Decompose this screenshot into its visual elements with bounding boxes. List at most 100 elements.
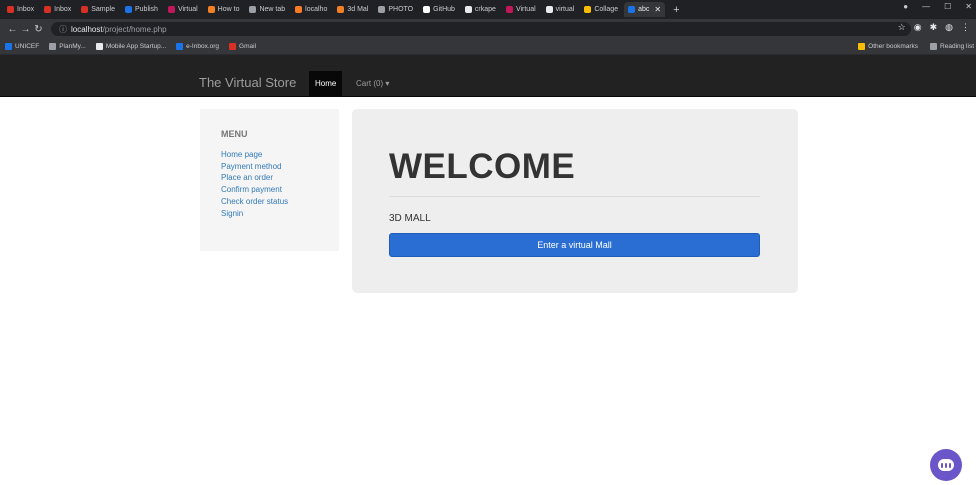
browser-tab[interactable]: crkape (461, 2, 500, 17)
chat-icon-bar (945, 462, 947, 468)
menu-link-confirm-payment[interactable]: Confirm payment (221, 184, 319, 196)
browser-tab[interactable]: Inbox (3, 2, 38, 17)
bookmark-label: e-Inbox.org (186, 43, 220, 50)
browser-tab[interactable]: Collage (580, 2, 622, 17)
bookmark-label: UNICEF (15, 43, 40, 50)
welcome-jumbotron: WELCOME 3D MALL Enter a virtual Mall (352, 109, 798, 293)
bookmark-label: PlanMy... (59, 43, 86, 50)
bookmarks-right: Other bookmarks Reading list (858, 43, 974, 50)
browser-tab[interactable]: Inbox (40, 2, 75, 17)
browser-tab-label: Publish (134, 6, 158, 13)
bookmark-label: Gmail (239, 43, 257, 50)
back-icon[interactable]: ← (6, 24, 19, 35)
browser-tab[interactable]: GitHub (419, 2, 459, 17)
browser-tab-label: Inbox (17, 6, 35, 13)
stack-icon (207, 6, 215, 13)
folder-icon (584, 6, 592, 13)
chat-icon-bar (941, 462, 943, 468)
browser-tab-label: GitHub (433, 6, 455, 13)
bookmark-favicon-icon (5, 43, 12, 50)
nav-cart-dropdown[interactable]: Cart (0) ▾ (356, 71, 389, 97)
browser-tab[interactable]: localho (291, 2, 331, 17)
extension-icon[interactable]: ◉ (914, 22, 922, 33)
minimize-icon[interactable]: — (922, 2, 930, 11)
browser-tab-label: Inbox (54, 6, 72, 13)
browser-tab-label: PHOTO (388, 6, 414, 13)
site-info-icon[interactable]: ⓘ (59, 24, 67, 35)
tab-list: Inbox Inbox Sample Publish Virtual How to New … (3, 2, 666, 17)
more-menu-icon[interactable]: ⋮ (961, 22, 970, 33)
browser-tab-label: Virtual (177, 6, 198, 13)
gmail-icon (7, 6, 14, 13)
site-navbar: The Virtual Store Home Cart (0) ▾ (0, 55, 976, 97)
bookmark-item[interactable]: Mobile App Startup... (95, 43, 167, 50)
forward-icon[interactable]: → (19, 24, 32, 35)
chat-icon-bar (949, 462, 951, 468)
browser-tab[interactable]: Sample (77, 2, 119, 17)
xampp-icon (295, 6, 303, 13)
bookmark-favicon-icon (176, 43, 184, 50)
divider (389, 196, 760, 197)
browser-tab[interactable]: virtual (542, 2, 579, 17)
browser-tab-label: Sample (91, 6, 115, 13)
bookmark-favicon-icon (858, 43, 866, 50)
bookmark-label: Reading list (940, 43, 974, 50)
menu-link-check-order-status[interactable]: Check order status (221, 196, 319, 208)
browser-tab[interactable]: abc ✕ (624, 2, 666, 17)
site-icon (628, 6, 636, 13)
bookmark-item[interactable]: PlanMy... (49, 43, 86, 50)
profile-icon[interactable]: ● (903, 2, 908, 11)
browser-tab-label: crkape (474, 6, 496, 13)
enter-virtual-mall-button[interactable]: Enter a virtual Mall (389, 233, 760, 257)
browser-tab[interactable]: New tab (245, 2, 289, 17)
url-host: localhost (71, 24, 103, 34)
close-window-icon[interactable]: ✕ (965, 2, 972, 11)
browser-tab[interactable]: How to (204, 2, 244, 17)
browser-tab[interactable]: 3d Mal (333, 2, 372, 17)
browser-tab[interactable]: Virtual (502, 2, 540, 17)
reload-icon[interactable]: ↻ (32, 24, 45, 35)
bookmark-favicon-icon (229, 43, 237, 50)
chat-icon (938, 459, 954, 471)
menu-link-payment-method[interactable]: Payment method (221, 161, 319, 173)
bookmark-item[interactable]: Gmail (229, 43, 256, 50)
menu-title: MENU (221, 129, 248, 139)
chat-widget-button[interactable] (930, 449, 962, 481)
menu-link-place-order[interactable]: Place an order (221, 172, 319, 184)
browser-tab-label: abc (638, 6, 650, 13)
url-field[interactable]: ⓘ localhost /project/home.php (51, 22, 911, 36)
browser-tab-label: Collage (594, 6, 619, 13)
side-menu: MENU Home page Payment method Place an o… (200, 109, 339, 251)
maximize-icon[interactable]: ☐ (944, 2, 951, 11)
brand-logo-text[interactable]: The Virtual Store (199, 75, 296, 90)
profile-avatar-icon[interactable]: ◍ (945, 22, 953, 33)
close-tab-icon[interactable]: ✕ (654, 5, 661, 14)
menu-link-home-page[interactable]: Home page (221, 149, 319, 161)
gmail-icon (81, 6, 89, 13)
bookmark-item[interactable]: Other bookmarks (858, 43, 918, 50)
bookmark-item[interactable]: UNICEF (5, 43, 39, 50)
puzzle-icon[interactable]: ✱ (930, 22, 938, 33)
browser-tab[interactable]: Virtual (164, 2, 202, 17)
bookmarks-bar: UNICEF PlanMy... Mobile App Startup... e-In… (0, 39, 976, 55)
globe-icon (378, 6, 386, 13)
new-tab-button[interactable]: + (667, 4, 685, 16)
stack-icon (337, 6, 345, 13)
nav-home-link[interactable]: Home (309, 71, 343, 97)
github-icon (423, 6, 431, 13)
site-icon (167, 6, 175, 13)
browser-tab-label: New tab (259, 6, 286, 13)
address-bar-icons: ☆ ◉ ✱ ◍ ⋮ (898, 22, 970, 33)
bookmark-star-icon[interactable]: ☆ (898, 22, 906, 33)
chrome-icon (464, 6, 472, 13)
browser-tab[interactable]: PHOTO (374, 2, 417, 17)
bookmark-item[interactable]: e-Inbox.org (176, 43, 219, 50)
window-controls: ● — ☐ ✕ (903, 2, 972, 11)
browser-tab-strip: Inbox Inbox Sample Publish Virtual How to New … (0, 0, 976, 19)
bookmark-item[interactable]: Reading list (930, 43, 974, 50)
bookmark-favicon-icon (930, 43, 938, 50)
bookmark-label: Mobile App Startup... (105, 43, 167, 50)
menu-link-signin[interactable]: Signin (221, 208, 319, 220)
browser-tab[interactable]: Publish (121, 2, 162, 17)
globe-icon (124, 6, 132, 13)
